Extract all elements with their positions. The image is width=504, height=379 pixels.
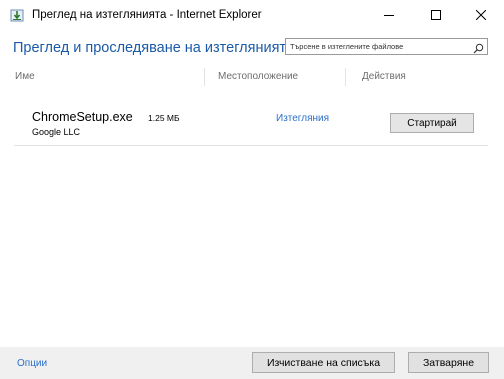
download-arrow-icon (10, 8, 24, 22)
file-size: 1.25 МБ (148, 113, 180, 123)
column-divider (204, 68, 205, 86)
run-button[interactable]: Стартирай (390, 113, 474, 133)
close-button[interactable]: Затваряне (408, 352, 489, 373)
search-box[interactable] (285, 38, 488, 55)
options-link[interactable]: Опции (17, 358, 47, 369)
close-icon (476, 10, 486, 20)
title-bar: Преглед на изтеглянията - Internet Explo… (0, 0, 504, 30)
minimize-button[interactable] (366, 0, 412, 30)
location-link[interactable]: Изтегляния (276, 113, 329, 124)
close-window-button[interactable] (458, 0, 504, 30)
page-title: Преглед и проследяване на изтеглянията (13, 40, 294, 56)
downloads-window: Преглед на изтеглянията - Internet Explo… (0, 0, 504, 379)
maximize-button[interactable] (413, 0, 459, 30)
column-header-actions[interactable]: Действия (362, 71, 406, 82)
window-title: Преглед на изтеглянията - Internet Explo… (32, 9, 262, 21)
column-divider (345, 68, 346, 86)
column-header-name[interactable]: Име (15, 71, 35, 82)
file-name: ChromeSetup.exe (32, 110, 133, 124)
column-header-location[interactable]: Местоположение (218, 71, 298, 82)
search-icon[interactable] (473, 41, 484, 54)
file-publisher: Google LLC (32, 127, 81, 137)
search-input[interactable] (290, 40, 468, 53)
download-row[interactable]: ChromeSetup.exe 1.25 МБ Google LLC Изтег… (14, 98, 488, 146)
minimize-icon (384, 15, 394, 16)
maximize-icon (431, 10, 441, 20)
clear-list-button[interactable]: Изчистване на списъка (252, 352, 395, 373)
footer-bar: Опции Изчистване на списъка Затваряне (0, 347, 504, 379)
